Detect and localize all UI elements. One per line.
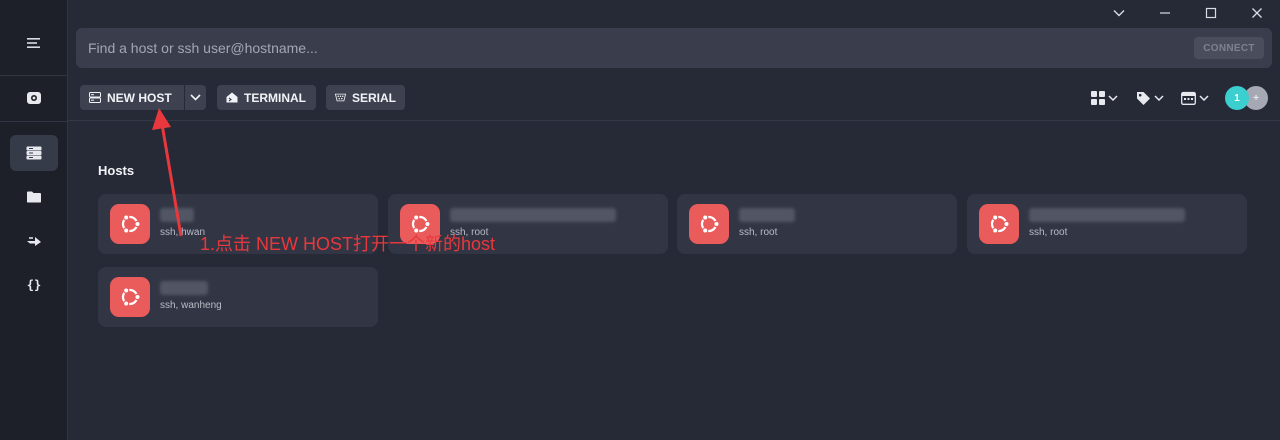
hosts-icon[interactable] (10, 135, 58, 171)
terminal-button[interactable]: TERMINAL (217, 85, 316, 110)
calendar-icon (1181, 91, 1196, 105)
chevron-down-icon (1154, 95, 1164, 101)
terminal-icon (226, 92, 238, 103)
terminal-label: TERMINAL (244, 90, 306, 105)
new-host-dropdown-button[interactable] (185, 85, 206, 110)
server-icon (89, 92, 101, 103)
ubuntu-icon (979, 204, 1019, 244)
host-card[interactable]: wanheng ssh, wanheng (98, 267, 378, 327)
sort-toggle[interactable] (1181, 88, 1209, 108)
ubuntu-icon (110, 204, 150, 244)
tag-filter-toggle[interactable] (1136, 88, 1164, 108)
serial-button[interactable]: SERIAL (326, 85, 405, 110)
snippets-icon[interactable]: {} (10, 267, 58, 303)
annotation-text: 1.点击 NEW HOST打开一个新的host (200, 234, 496, 254)
new-host-button[interactable]: NEW HOST (80, 85, 184, 110)
dropdown-chevron-icon[interactable] (1096, 0, 1142, 26)
host-name: hwan (160, 208, 194, 222)
keychain-icon[interactable] (10, 80, 58, 116)
sidebar: {} (0, 0, 68, 440)
ubuntu-icon (110, 277, 150, 317)
menu-icon[interactable] (10, 25, 58, 61)
tag-icon (1137, 91, 1150, 105)
host-card[interactable]: host-4 ssh, root (967, 194, 1247, 254)
port-forwarding-icon[interactable] (10, 223, 58, 259)
sftp-folder-icon[interactable] (10, 179, 58, 215)
host-name: host-3 (739, 208, 795, 222)
close-icon[interactable] (1234, 0, 1280, 26)
chevron-down-icon (1108, 95, 1118, 101)
host-subtitle: ssh, root (1029, 227, 1068, 238)
serial-port-icon (335, 93, 346, 102)
host-subtitle: ssh, root (739, 227, 778, 238)
host-subtitle: ssh, wanheng (160, 300, 222, 311)
host-card[interactable]: host-3 ssh, root (677, 194, 957, 254)
host-name: wanheng (160, 281, 208, 295)
avatar[interactable]: 1 (1225, 86, 1249, 110)
minimize-icon[interactable] (1142, 0, 1188, 26)
toolbar-divider (68, 120, 1280, 121)
serial-label: SERIAL (351, 90, 396, 105)
maximize-icon[interactable] (1188, 0, 1234, 26)
ubuntu-icon (689, 204, 729, 244)
view-mode-toggle[interactable] (1091, 88, 1118, 108)
host-subtitle: ssh, hwan (160, 227, 206, 238)
chevron-down-icon (190, 94, 201, 101)
section-title: Hosts (98, 163, 135, 178)
new-host-label: NEW HOST (107, 90, 172, 105)
host-name: host-4 (1029, 208, 1185, 222)
host-name: host-2 (450, 208, 616, 222)
grid-view-icon (1091, 91, 1105, 105)
search-input[interactable] (76, 28, 1176, 68)
search-bar: CONNECT (76, 28, 1272, 68)
connect-button[interactable]: CONNECT (1194, 37, 1264, 59)
chevron-down-icon (1199, 95, 1209, 101)
